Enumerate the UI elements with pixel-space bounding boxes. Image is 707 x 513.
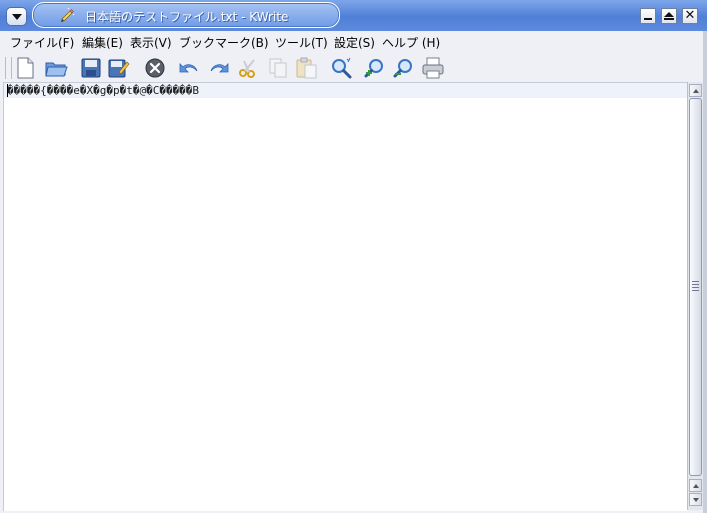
title-tab[interactable]: 日本語のテストファイル.txt - KWrite [32,2,340,28]
menu-file[interactable]: ファイル(F) [10,34,74,51]
close-document-icon[interactable] [143,56,167,80]
scrollbar-thumb[interactable] [689,98,702,476]
open-folder-icon[interactable] [44,56,68,80]
zoom-out-icon[interactable] [392,56,416,80]
chevron-down-icon [11,13,22,20]
scroll-down-button[interactable] [689,493,702,506]
zoom-in-icon[interactable] [363,56,387,80]
arrow-up-icon [692,483,699,488]
text-caret [7,84,8,97]
minimize-icon [644,18,652,20]
close-icon: ✕ [684,8,696,23]
window-right-border [703,31,707,513]
menu-edit[interactable]: 編集(E) [82,34,123,51]
kwrite-window: 日本語のテストファイル.txt - KWrite ✕ ファイル(F) 編集(E)… [0,0,707,513]
scroll-up-button-lower[interactable] [689,479,702,492]
main-toolbar [0,53,707,82]
close-button[interactable]: ✕ [682,8,698,24]
scroll-up-button[interactable] [689,84,702,97]
window-title: 日本語のテストファイル.txt - KWrite [85,10,289,24]
menu-tools[interactable]: ツール(T) [275,34,328,51]
vertical-scrollbar[interactable] [687,82,704,510]
editor-line-1[interactable]: �����{����e�X�g�p�t�@�C�����B [7,84,199,97]
menu-help[interactable]: ヘルプ (H) [382,34,440,51]
redo-icon[interactable] [207,56,231,80]
print-icon[interactable] [421,56,445,80]
maximize-icon [664,11,674,20]
undo-icon[interactable] [177,56,201,80]
paste-icon[interactable] [294,56,318,80]
toolbar-grip-handle[interactable] [5,57,12,79]
menu-settings[interactable]: 設定(S) [334,34,375,51]
arrow-up-icon [692,88,699,93]
arrow-down-icon [692,497,699,502]
maximize-button[interactable] [661,8,677,24]
menu-view[interactable]: 表示(V) [130,34,172,51]
minimize-button[interactable] [640,8,656,24]
window-menu-button[interactable] [6,7,27,26]
menu-bar: ファイル(F) 編集(E) 表示(V) ブックマーク(B) ツール(T) 設定(… [0,31,707,53]
text-editor-area[interactable]: �����{����e�X�g�p�t�@�C�����B [3,82,688,511]
new-document-icon[interactable] [13,56,37,80]
find-icon[interactable] [329,56,353,80]
copy-icon[interactable] [266,56,290,80]
save-as-icon[interactable] [106,56,130,80]
cut-icon[interactable] [236,56,260,80]
thumb-grip-icon [692,281,699,291]
title-bar[interactable]: 日本語のテストファイル.txt - KWrite ✕ [0,0,707,32]
save-icon[interactable] [79,56,103,80]
menu-bookmarks[interactable]: ブックマーク(B) [179,34,269,51]
kwrite-app-icon [61,7,75,22]
